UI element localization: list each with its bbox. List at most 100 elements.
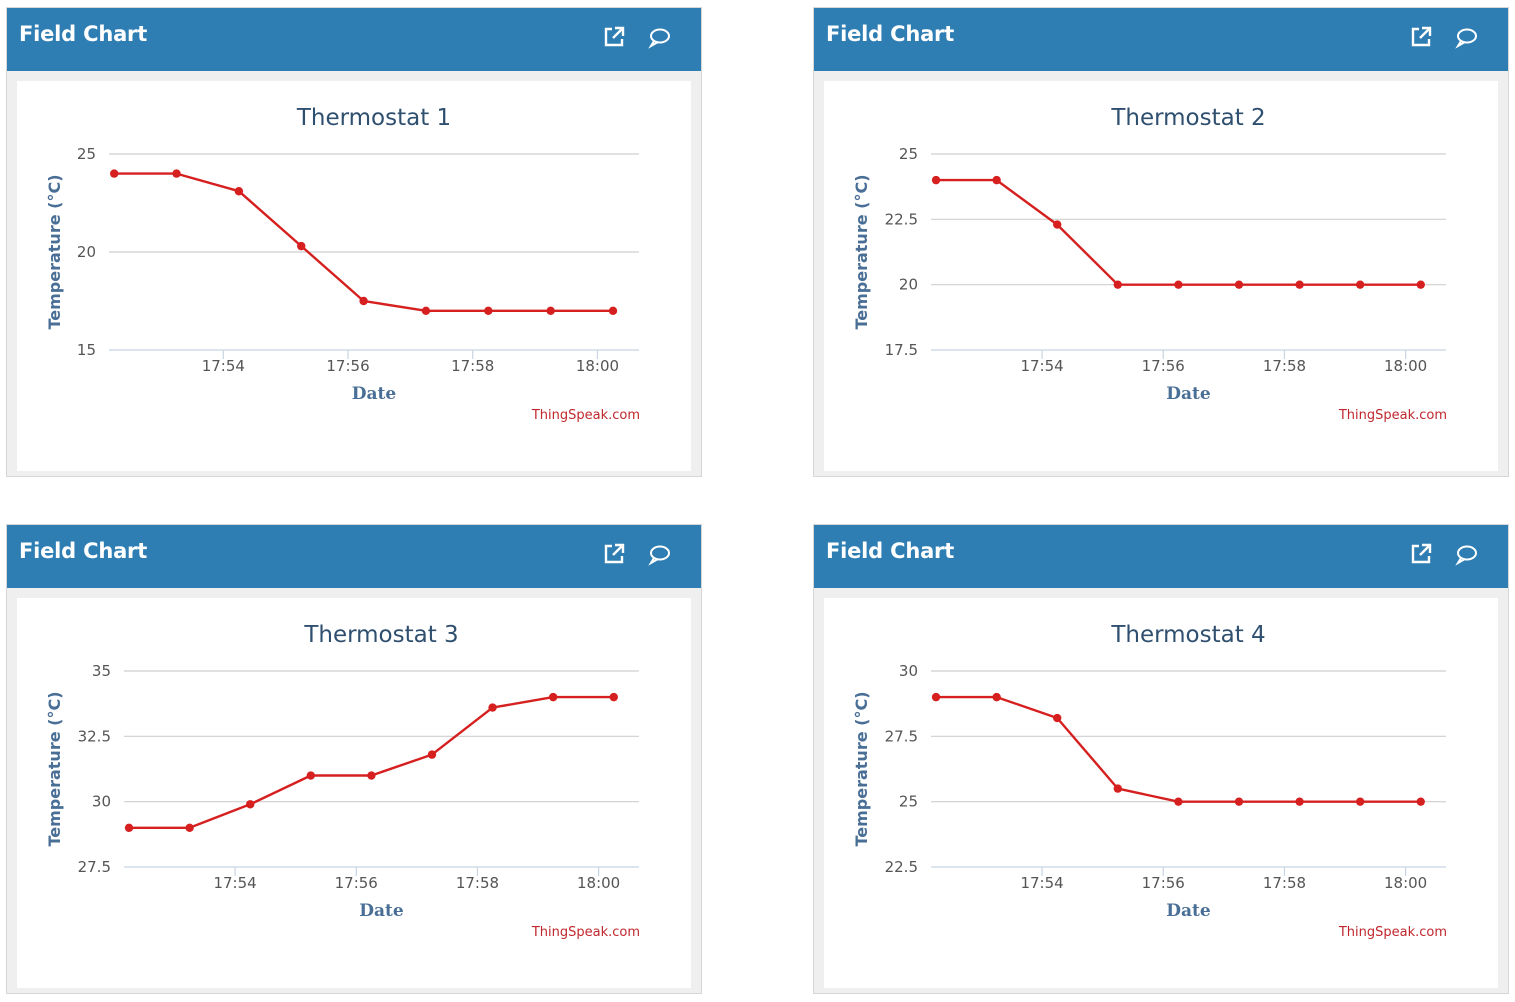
data-point[interactable]	[306, 771, 316, 780]
data-point[interactable]	[546, 306, 555, 315]
data-point[interactable]	[1355, 280, 1365, 289]
y-tick-label: 27.5	[885, 727, 918, 745]
credits-link[interactable]: ThingSpeak.com	[1338, 925, 1447, 940]
y-tick-label: 25	[77, 145, 96, 163]
data-point[interactable]	[1234, 797, 1244, 806]
external-link-icon[interactable]	[1409, 542, 1433, 566]
data-point[interactable]	[246, 800, 255, 809]
data-point[interactable]	[609, 692, 618, 702]
y-axis-label: Temperature (°C)	[45, 174, 64, 329]
credits-link[interactable]: ThingSpeak.com	[531, 925, 640, 940]
data-point[interactable]	[1113, 784, 1123, 793]
y-tick-label: 27.5	[78, 858, 111, 876]
y-axis-label: Temperature (°C)	[852, 691, 871, 846]
panel-header: Field Chart	[814, 8, 1508, 71]
panel-header: Field Chart	[814, 525, 1508, 588]
x-axis-label: Date	[359, 901, 404, 921]
data-point[interactable]	[931, 692, 941, 702]
chart-area: Thermostat 4 22.5 25 27.5 30 17:54 17:56 17:58 1…	[824, 598, 1498, 988]
chart-title: Thermostat 4	[1110, 622, 1265, 648]
y-tick-label: 35	[92, 662, 111, 680]
panel-header: Field Chart	[7, 525, 701, 588]
data-point[interactable]	[488, 703, 497, 712]
comment-icon[interactable]	[1455, 542, 1479, 566]
data-point[interactable]	[172, 169, 181, 178]
data-point[interactable]	[931, 175, 941, 185]
external-link-icon[interactable]	[602, 542, 626, 566]
y-tick-label: 30	[899, 662, 918, 680]
data-point[interactable]	[1234, 280, 1244, 289]
data-point[interactable]	[548, 692, 558, 702]
data-point[interactable]	[234, 187, 244, 196]
chart-area: Thermostat 3 27.5 30 32.5 35 17:54 17:56 17:58 1…	[17, 598, 691, 988]
data-point[interactable]	[992, 692, 1001, 702]
chart-title: Thermostat 2	[1110, 105, 1265, 131]
x-tick-label: 17:58	[1263, 874, 1306, 892]
data-point[interactable]	[124, 823, 134, 832]
x-tick-label: 17:54	[1020, 357, 1063, 375]
series-line	[936, 695, 1421, 803]
line-chart: Thermostat 2 17.5 20 22.5 25 17:54 17:56 17:58 1…	[852, 105, 1447, 423]
field-chart-panel-3: Field Chart Thermostat 3 27.5 30 32.5 35 17:5…	[6, 524, 702, 994]
panel-title: Field Chart	[826, 539, 955, 563]
y-tick-label: 30	[92, 793, 111, 811]
y-tick-label: 25	[899, 793, 918, 811]
data-point[interactable]	[297, 241, 306, 251]
panel-title: Field Chart	[19, 22, 148, 46]
data-point[interactable]	[1174, 797, 1183, 806]
data-point[interactable]	[1053, 713, 1062, 723]
y-axis-label: Temperature (°C)	[852, 174, 871, 329]
data-point[interactable]	[1053, 220, 1062, 229]
y-tick-label: 20	[899, 276, 918, 294]
data-point[interactable]	[421, 306, 431, 315]
x-tick-label: 17:56	[1142, 874, 1185, 892]
data-point[interactable]	[1295, 280, 1304, 289]
field-chart-panel-2: Field Chart Thermostat 2 17.5 20 22.5 25 17:5…	[813, 7, 1509, 477]
external-link-icon[interactable]	[602, 25, 626, 49]
chart-area: Thermostat 1 15 20 25 17:54 17:56 17:58 18:00 Da…	[17, 81, 691, 471]
external-link-icon[interactable]	[1409, 25, 1433, 49]
y-tick-label: 20	[77, 243, 96, 261]
line-chart: Thermostat 1 15 20 25 17:54 17:56 17:58 18:00 Da…	[45, 105, 640, 423]
x-tick-label: 17:58	[456, 874, 499, 892]
x-tick-label: 18:00	[1384, 357, 1427, 375]
credits-link[interactable]: ThingSpeak.com	[1338, 408, 1447, 423]
data-point[interactable]	[1295, 797, 1304, 806]
x-axis-label: Date	[1166, 384, 1211, 404]
data-point[interactable]	[608, 306, 618, 315]
credits-link[interactable]: ThingSpeak.com	[531, 408, 640, 423]
data-point[interactable]	[1416, 797, 1425, 806]
data-point[interactable]	[1416, 280, 1425, 289]
y-tick-label: 25	[899, 145, 918, 163]
x-tick-label: 17:56	[1142, 357, 1185, 375]
data-point[interactable]	[1113, 280, 1123, 289]
y-tick-label: 17.5	[885, 341, 918, 359]
y-tick-label: 15	[77, 341, 96, 359]
comment-icon[interactable]	[648, 542, 672, 566]
x-tick-label: 17:54	[1020, 874, 1063, 892]
data-point[interactable]	[1355, 797, 1365, 806]
data-point[interactable]	[484, 306, 493, 315]
x-tick-label: 18:00	[577, 874, 620, 892]
data-point[interactable]	[367, 771, 376, 780]
chart-title: Thermostat 3	[303, 622, 458, 648]
comment-icon[interactable]	[1455, 25, 1479, 49]
y-axis-label: Temperature (°C)	[45, 691, 64, 846]
data-point[interactable]	[185, 823, 194, 832]
field-chart-panel-1: Field Chart Thermostat 1 15 20 25 17:54 17:56…	[6, 7, 702, 477]
field-chart-panel-4: Field Chart Thermostat 4 22.5 25 27.5 30 17:5…	[813, 524, 1509, 994]
x-tick-label: 17:58	[1263, 357, 1306, 375]
comment-icon[interactable]	[648, 25, 672, 49]
y-tick-label: 22.5	[885, 858, 918, 876]
data-point[interactable]	[992, 175, 1001, 185]
data-point[interactable]	[427, 750, 437, 759]
panel-title: Field Chart	[826, 22, 955, 46]
x-axis-label: Date	[1166, 901, 1211, 921]
data-point[interactable]	[1174, 280, 1183, 289]
panel-header: Field Chart	[7, 8, 701, 71]
x-tick-label: 17:56	[335, 874, 378, 892]
x-tick-label: 17:56	[326, 357, 369, 375]
data-point[interactable]	[359, 296, 368, 306]
data-point[interactable]	[109, 169, 119, 178]
series-line	[936, 178, 1421, 286]
